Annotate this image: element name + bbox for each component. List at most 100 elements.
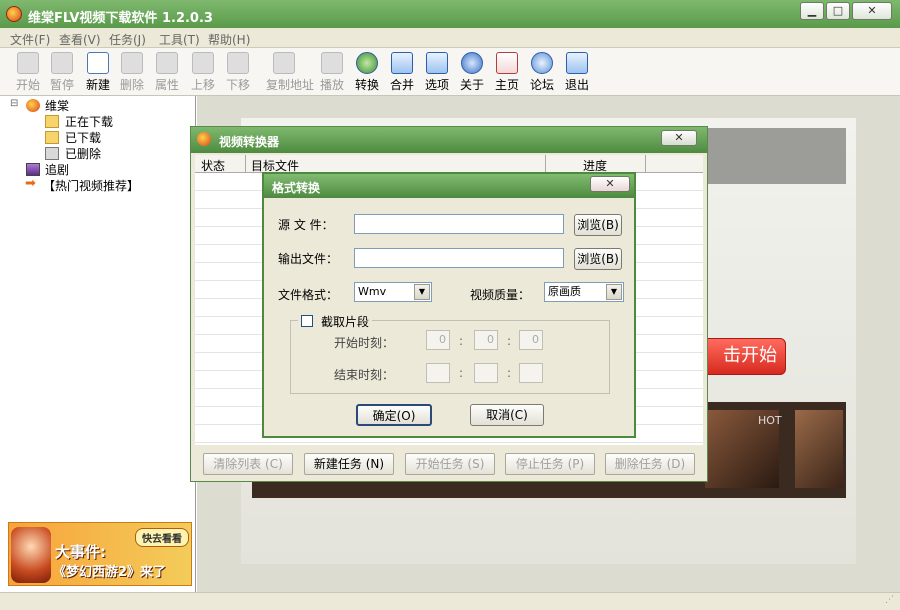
time-separator: : [459, 334, 464, 348]
menu-help[interactable]: 帮助(H) [208, 31, 250, 48]
delete-button[interactable]: 删除 [114, 52, 150, 93]
video-quality-value: 原画质 [548, 285, 581, 298]
toolbar: 开始 暂停 新建 删除 属性 上移 下移 复制地址 播放 转换 合并 选项 关于… [0, 48, 900, 96]
app-logo-icon [6, 6, 22, 22]
game-character-image [11, 527, 51, 583]
end-minute-input[interactable] [474, 363, 498, 383]
format-dialog-title: 格式转换 [272, 181, 321, 195]
menu-task[interactable]: 任务(J) [109, 31, 146, 48]
exit-button[interactable]: 退出 [559, 52, 595, 93]
homepage-icon [496, 52, 518, 74]
help-icon [461, 52, 483, 74]
close-button[interactable]: ✕ [852, 2, 892, 20]
resize-grip-icon[interactable]: ⋰ [880, 595, 894, 607]
options-icon [426, 52, 448, 74]
clip-checkbox[interactable] [301, 315, 313, 327]
about-button[interactable]: 关于 [454, 52, 490, 93]
ok-button[interactable]: 确定(O) [356, 404, 432, 426]
source-file-input[interactable] [354, 214, 564, 234]
start-task-button[interactable]: 开始任务 (S) [405, 453, 495, 475]
chevron-down-icon[interactable]: ▼ [414, 284, 430, 300]
copy-url-button[interactable]: 复制地址 [266, 52, 314, 93]
status-bar: ⋰ [0, 592, 900, 610]
arrow-down-icon [227, 52, 249, 74]
start-icon [17, 52, 39, 74]
merge-icon [391, 52, 413, 74]
start-hour-input[interactable]: 0 [426, 330, 450, 350]
stop-task-button[interactable]: 停止任务 (P) [505, 453, 595, 475]
format-convert-dialog: 格式转换 ✕ 源 文 件： 浏览(B) 输出文件： 浏览(B) 文件格式： Wm… [262, 172, 636, 438]
ad-banner[interactable]: 快去看看 大事件: 《梦幻西游2》来了 [8, 522, 192, 586]
converter-close-button[interactable]: ✕ [661, 130, 697, 146]
minimize-button[interactable]: ▁ [800, 2, 824, 20]
source-file-label: 源 文 件： [278, 218, 334, 232]
menu-tools[interactable]: 工具(T) [159, 31, 200, 48]
homepage-button[interactable]: 主页 [489, 52, 525, 93]
tree-item-downloaded[interactable]: 已下载 [65, 129, 101, 146]
task-list-header: 状态 目标文件 进度 [195, 155, 703, 173]
start-button[interactable]: 开始 [10, 52, 46, 93]
properties-button[interactable]: 属性 [149, 52, 185, 93]
time-separator: : [459, 366, 464, 380]
tree-collapse-icon[interactable]: ⊟ [10, 98, 18, 109]
converter-title: 视频转换器 [219, 135, 280, 149]
trash-icon [45, 147, 59, 160]
forum-chat-icon [531, 52, 553, 74]
exit-icon [566, 52, 588, 74]
output-file-input[interactable] [354, 248, 564, 268]
clear-list-button[interactable]: 清除列表 (C) [203, 453, 293, 475]
tree-item-deleted[interactable]: 已删除 [65, 145, 101, 162]
start-time-label: 开始时刻： [334, 336, 395, 350]
video-quality-select[interactable]: 原画质 ▼ [544, 282, 624, 302]
cancel-button[interactable]: 取消(C) [470, 404, 544, 426]
column-status[interactable]: 状态 [201, 157, 225, 174]
new-button[interactable]: 新建 [80, 52, 116, 93]
menu-file[interactable]: 文件(F) [10, 31, 50, 48]
pause-button[interactable]: 暂停 [44, 52, 80, 93]
menu-view[interactable]: 查看(V) [59, 31, 101, 48]
convert-button[interactable]: 转换 [349, 52, 385, 93]
arrow-right-icon: ➡ [25, 176, 36, 191]
options-button[interactable]: 选项 [419, 52, 455, 93]
merge-button[interactable]: 合并 [384, 52, 420, 93]
end-second-input[interactable] [519, 363, 543, 383]
file-format-select[interactable]: Wmv ▼ [354, 282, 432, 302]
main-title-bar: 维棠FLV视频下载软件 1.2.0.3 ▁ □ ✕ [0, 0, 900, 28]
end-time-label: 结束时刻： [334, 368, 395, 382]
output-file-label: 输出文件： [278, 252, 339, 266]
new-file-icon [87, 52, 109, 74]
delete-task-button[interactable]: 删除任务 (D) [605, 453, 695, 475]
column-divider [645, 155, 646, 173]
start-promo-button[interactable]: 击开始 [697, 338, 786, 375]
time-separator: : [507, 366, 512, 380]
tree-item-series[interactable]: 追剧 [45, 161, 69, 178]
convert-icon [356, 52, 378, 74]
chevron-down-icon[interactable]: ▼ [606, 284, 622, 300]
start-second-input[interactable]: 0 [519, 330, 543, 350]
browse-source-button[interactable]: 浏览(B) [574, 214, 622, 236]
weitang-logo-icon [26, 99, 40, 112]
column-divider [545, 155, 546, 173]
play-button[interactable]: 播放 [314, 52, 350, 93]
tree-root[interactable]: 维棠 [45, 97, 69, 114]
maximize-button[interactable]: □ [826, 2, 850, 20]
menu-bar: 文件(F) 查看(V) 任务(J) 工具(T) 帮助(H) [0, 28, 900, 48]
move-up-button[interactable]: 上移 [185, 52, 221, 93]
tree-item-hot-videos[interactable]: 【热门视频推荐】 [43, 177, 139, 194]
converter-title-bar: 视频转换器 ✕ [191, 127, 707, 153]
format-dialog-title-bar: 格式转换 ✕ [264, 174, 634, 198]
move-down-button[interactable]: 下移 [220, 52, 256, 93]
forum-button[interactable]: 论坛 [524, 52, 560, 93]
new-task-button[interactable]: 新建任务 (N) [304, 453, 394, 475]
tree-item-downloading[interactable]: 正在下载 [65, 113, 113, 130]
end-hour-input[interactable] [426, 363, 450, 383]
pause-icon [51, 52, 73, 74]
video-quality-label: 视频质量： [470, 288, 531, 302]
delete-icon [121, 52, 143, 74]
browse-output-button[interactable]: 浏览(B) [574, 248, 622, 270]
banner-cta[interactable]: 快去看看 [135, 528, 189, 547]
clip-legend: 截取片段 [298, 313, 373, 330]
format-dialog-close-button[interactable]: ✕ [590, 176, 630, 192]
start-minute-input[interactable]: 0 [474, 330, 498, 350]
video-thumbnail[interactable] [795, 410, 843, 488]
